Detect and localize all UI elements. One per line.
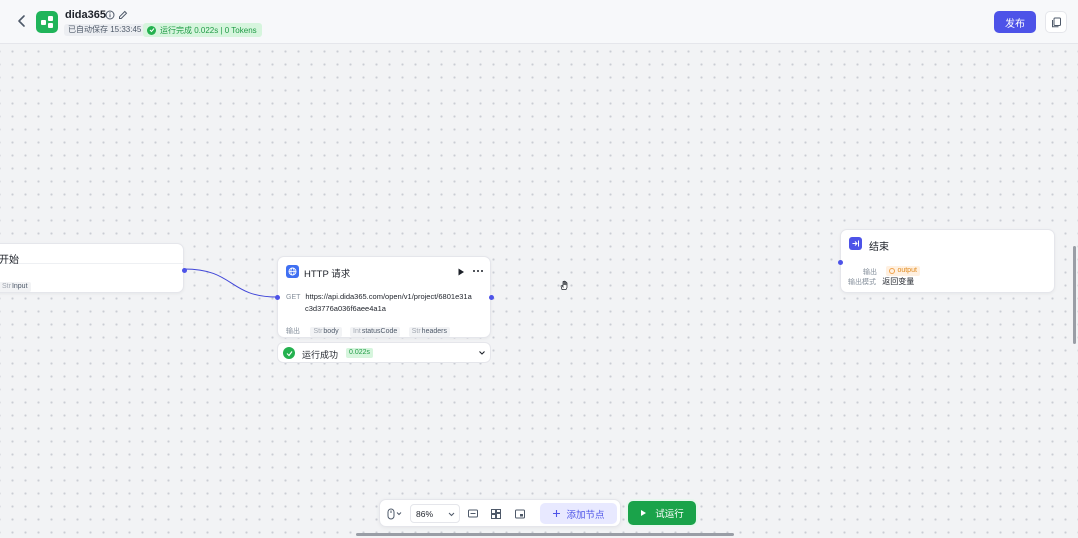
output-label: 输出 xyxy=(286,328,300,335)
http-outputs: 输出 Strbody IntstatusCode Strheaders xyxy=(286,320,490,338)
output-tag-headers: Strheaders xyxy=(408,327,450,337)
run-result-bar[interactable]: 运行成功 0.022s xyxy=(277,342,491,363)
play-icon xyxy=(641,510,647,516)
vertical-scrollbar[interactable] xyxy=(1073,246,1076,344)
param-tag: StrInput xyxy=(0,282,31,292)
output-tag-statuscode: IntstatusCode xyxy=(350,327,401,337)
layout-icon[interactable] xyxy=(490,508,502,520)
play-icon[interactable] xyxy=(456,267,466,277)
http-method: GET xyxy=(286,294,301,301)
http-node-title: HTTP 请求 xyxy=(304,269,351,280)
end-node-title: 结束 xyxy=(869,242,889,253)
http-icon xyxy=(286,265,299,278)
add-node-button[interactable]: 添加节点 xyxy=(540,503,617,524)
variable-icon xyxy=(889,268,896,274)
chevron-down-icon xyxy=(448,512,455,517)
input-port[interactable] xyxy=(275,295,280,300)
http-url-block: GET https://api.dida365.com/open/v1/proje… xyxy=(286,291,482,314)
output-var-tag: output xyxy=(886,266,920,276)
http-url-line2: c3d3776a036f6aee4a1a xyxy=(305,304,386,313)
start-node-header: 开始 xyxy=(0,244,183,266)
end-output-label: 输出 xyxy=(863,269,877,276)
zoom-value: 86% xyxy=(416,509,434,519)
horizontal-scrollbar[interactable] xyxy=(356,533,734,536)
output-port[interactable] xyxy=(489,295,494,300)
minimap-icon[interactable] xyxy=(514,508,526,520)
more-icon[interactable] xyxy=(472,266,484,276)
start-node-params: StrInput xyxy=(0,275,183,293)
comment-icon[interactable] xyxy=(467,508,479,520)
hand-cursor-icon xyxy=(560,280,568,290)
bottom-toolbar: 86% 添加节点 xyxy=(379,499,621,527)
run-result-text: 运行成功 xyxy=(302,350,339,360)
exit-icon xyxy=(849,237,862,250)
end-mode-value: 返回变量 xyxy=(882,277,915,286)
add-node-label: 添加节点 xyxy=(566,509,605,521)
output-tag-body: Strbody xyxy=(310,327,342,337)
output-port[interactable] xyxy=(182,268,187,273)
test-run-label: 试运行 xyxy=(655,509,684,520)
plus-icon xyxy=(553,510,561,517)
end-node[interactable]: 结束 输出 output 输出模式 返回变量 xyxy=(838,229,1055,293)
start-node-title: 开始 xyxy=(0,255,19,266)
zoom-select[interactable]: 86% xyxy=(410,504,460,523)
mouse-mode-icon[interactable] xyxy=(387,508,403,520)
http-node-header: HTTP 请求 xyxy=(278,257,490,280)
input-port[interactable] xyxy=(838,260,843,265)
test-run-button[interactable]: 试运行 xyxy=(628,501,696,525)
success-icon xyxy=(283,347,295,359)
http-url-line1: https://api.dida365.com/open/v1/project/… xyxy=(305,292,472,301)
run-result-time: 0.022s xyxy=(346,348,374,358)
http-request-node[interactable]: HTTP 请求 GET https://api.dida365.com/open/… xyxy=(275,256,494,338)
start-node[interactable]: 开始 StrInput xyxy=(0,243,187,293)
end-mode-row: 输出模式 返回变量 xyxy=(848,276,1054,287)
end-mode-label: 输出模式 xyxy=(848,279,876,286)
chevron-down-icon[interactable] xyxy=(478,349,486,357)
